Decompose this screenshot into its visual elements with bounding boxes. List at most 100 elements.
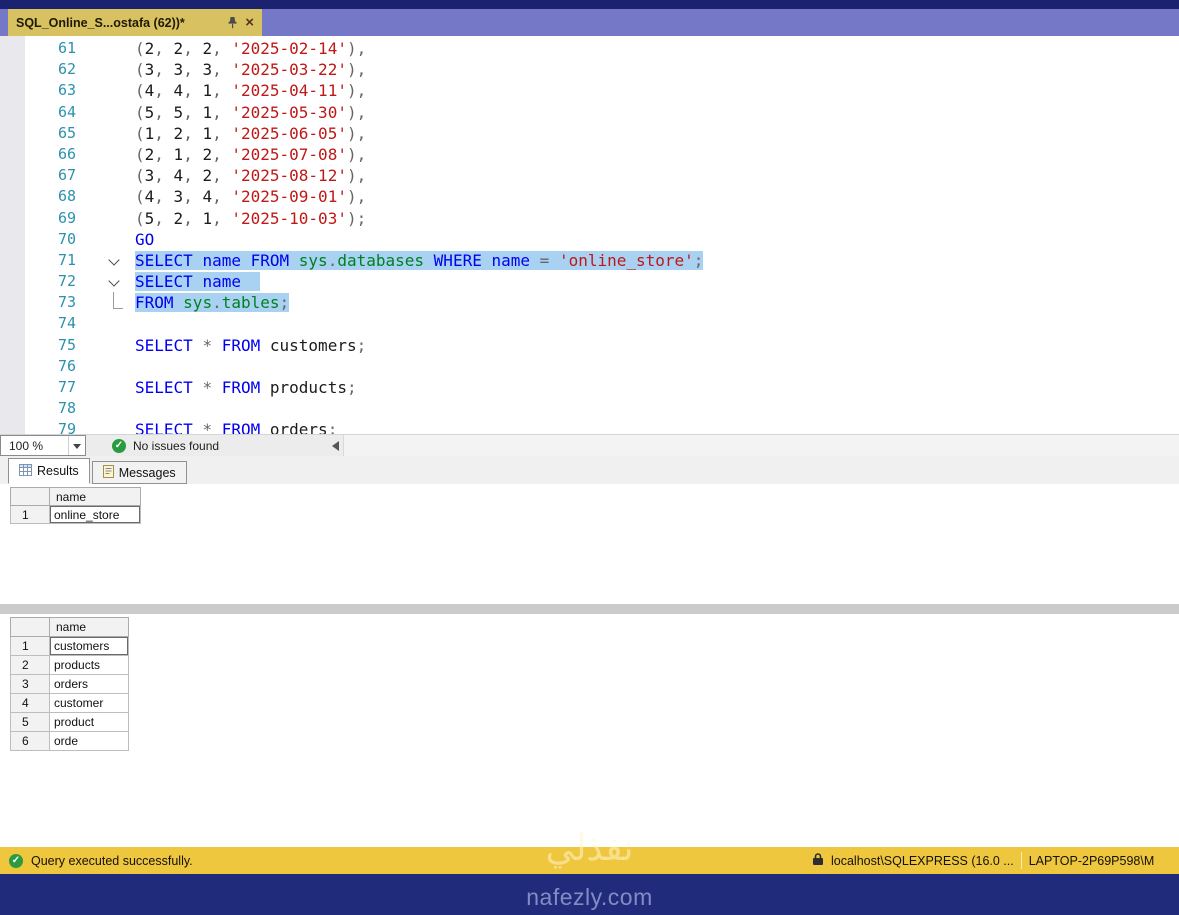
table-row: 3orders	[11, 675, 129, 694]
results-grid: name1online_store	[10, 487, 141, 524]
row-header[interactable]: 6	[11, 732, 50, 751]
editor-lines: 61(2, 2, 2, '2025-02-14'),62(3, 3, 3, '2…	[0, 38, 1179, 434]
fold-margin	[78, 229, 135, 250]
code-line[interactable]: 77SELECT * FROM products;	[0, 377, 1179, 398]
grid-corner-cell[interactable]	[11, 488, 50, 506]
code-text: SELECT name FROM sys.databases WHERE nam…	[135, 250, 1179, 271]
line-number: 67	[0, 165, 78, 186]
line-number: 64	[0, 102, 78, 123]
column-header[interactable]: name	[50, 488, 141, 506]
fold-margin	[78, 419, 135, 434]
fold-margin	[78, 102, 135, 123]
code-line[interactable]: 73FROM sys.tables;	[0, 292, 1179, 313]
status-bar: ✓ Query executed successfully. localhost…	[0, 847, 1179, 874]
table-row: 5product	[11, 713, 129, 732]
code-line[interactable]: 61(2, 2, 2, '2025-02-14'),	[0, 38, 1179, 59]
status-bar-right: localhost\SQLEXPRESS (16.0 ... LAPTOP-2P…	[812, 847, 1179, 874]
fold-margin	[78, 313, 135, 334]
row-header[interactable]: 3	[11, 675, 50, 694]
fold-margin	[78, 123, 135, 144]
table-row: 2products	[11, 656, 129, 675]
results-grid-2: name1customers2products3orders4customer5…	[0, 617, 1179, 751]
row-header[interactable]: 1	[11, 506, 50, 524]
server-name[interactable]: localhost\SQLEXPRESS (16.0 ...	[831, 854, 1014, 868]
line-number: 74	[0, 313, 78, 334]
no-issues-check-icon: ✓	[112, 439, 126, 453]
row-header[interactable]: 4	[11, 694, 50, 713]
fold-margin[interactable]	[78, 250, 135, 271]
code-text: (2, 1, 2, '2025-07-08'),	[135, 144, 1179, 165]
code-line[interactable]: 63(4, 4, 1, '2025-04-11'),	[0, 80, 1179, 101]
line-number: 73	[0, 292, 78, 313]
line-number: 72	[0, 271, 78, 292]
result-cell[interactable]: online_store	[50, 506, 141, 524]
code-line[interactable]: 69 (5, 2, 1, '2025-10-03');	[0, 208, 1179, 229]
fold-margin	[78, 165, 135, 186]
collapse-chevron-icon[interactable]	[108, 254, 119, 265]
code-line[interactable]: 65(1, 2, 1, '2025-06-05'),	[0, 123, 1179, 144]
results-splitter[interactable]	[0, 604, 1179, 614]
code-line[interactable]: 68(4, 3, 4, '2025-09-01'),	[0, 186, 1179, 207]
code-line[interactable]: 66(2, 1, 2, '2025-07-08'),	[0, 144, 1179, 165]
result-cell[interactable]: products	[50, 656, 129, 675]
status-message: Query executed successfully.	[31, 854, 193, 868]
horizontal-scrollbar[interactable]	[343, 435, 1179, 456]
fold-margin	[78, 144, 135, 165]
code-line[interactable]: 67 (3, 4, 2, '2025-08-12'),	[0, 165, 1179, 186]
zoom-level-value: 100 %	[9, 439, 43, 453]
editor-bottom-bar: 100 % ✓ No issues found	[0, 434, 1179, 456]
line-number: 62	[0, 59, 78, 80]
fold-margin[interactable]	[78, 271, 135, 292]
code-line[interactable]: 74	[0, 313, 1179, 334]
document-tab-title: SQL_Online_S...ostafa (62))*	[16, 16, 220, 30]
code-line[interactable]: 72 SELECT name	[0, 271, 1179, 292]
code-line[interactable]: 64(5, 5, 1, '2025-05-30'),	[0, 102, 1179, 123]
line-number: 76	[0, 356, 78, 377]
tab-results[interactable]: Results	[8, 458, 90, 484]
fold-margin	[78, 377, 135, 398]
line-number: 61	[0, 38, 78, 59]
line-number: 71	[0, 250, 78, 271]
row-header[interactable]: 2	[11, 656, 50, 675]
result-cell[interactable]: orders	[50, 675, 129, 694]
code-line[interactable]: 79SELECT * FROM orders;	[0, 419, 1179, 434]
fold-margin	[78, 38, 135, 59]
ssms-window: SQL_Online_S...ostafa (62))* × 61(2, 2, …	[0, 0, 1179, 915]
user-name[interactable]: LAPTOP-2P69P598\M	[1029, 854, 1155, 868]
chevron-down-icon[interactable]	[68, 436, 85, 455]
code-line[interactable]: 70GO	[0, 229, 1179, 250]
collapse-chevron-icon[interactable]	[108, 275, 119, 286]
code-text	[135, 356, 1179, 377]
code-line[interactable]: 75SELECT * FROM customers;	[0, 335, 1179, 356]
document-tab[interactable]: SQL_Online_S...ostafa (62))* ×	[8, 9, 262, 36]
line-number: 69	[0, 208, 78, 229]
code-editor[interactable]: 61(2, 2, 2, '2025-02-14'),62(3, 3, 3, '2…	[0, 36, 1179, 434]
status-divider	[1021, 852, 1022, 869]
result-cell[interactable]: product	[50, 713, 129, 732]
column-header[interactable]: name	[50, 618, 129, 637]
result-cell[interactable]: customer	[50, 694, 129, 713]
code-text: SELECT * FROM customers;	[135, 335, 1179, 356]
row-header[interactable]: 5	[11, 713, 50, 732]
selection-highlight: SELECT name	[135, 272, 260, 291]
code-line[interactable]: 76	[0, 356, 1179, 377]
code-text	[135, 313, 1179, 334]
grid-corner-cell[interactable]	[11, 618, 50, 637]
pin-icon[interactable]	[227, 16, 238, 29]
code-text: (3, 4, 2, '2025-08-12'),	[135, 165, 1179, 186]
code-text: (5, 2, 1, '2025-10-03');	[135, 208, 1179, 229]
code-text: (4, 4, 1, '2025-04-11'),	[135, 80, 1179, 101]
result-cell[interactable]: customers	[50, 637, 129, 656]
code-line[interactable]: 71 SELECT name FROM sys.databases WHERE n…	[0, 250, 1179, 271]
close-icon[interactable]: ×	[245, 15, 254, 30]
results-grid-1: name1online_store	[0, 487, 1179, 524]
tab-messages[interactable]: Messages	[92, 461, 187, 484]
row-header[interactable]: 1	[11, 637, 50, 656]
code-line[interactable]: 78	[0, 398, 1179, 419]
code-text: GO	[135, 229, 1179, 250]
code-line[interactable]: 62(3, 3, 3, '2025-03-22'),	[0, 59, 1179, 80]
result-cell[interactable]: orde	[50, 732, 129, 751]
hscroll-left-arrow-icon[interactable]	[327, 441, 339, 451]
zoom-level-dropdown[interactable]: 100 %	[0, 435, 86, 456]
table-row: 1online_store	[11, 506, 141, 524]
